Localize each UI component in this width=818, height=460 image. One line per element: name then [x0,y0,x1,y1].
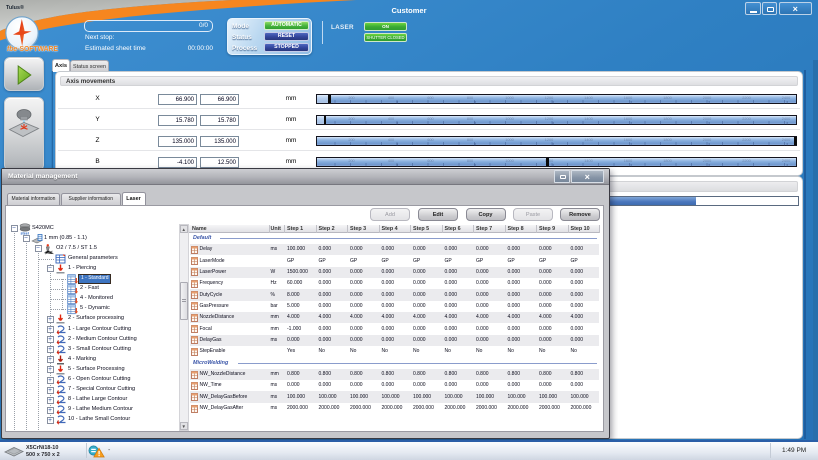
svg-text:steel: steel [21,231,29,235]
